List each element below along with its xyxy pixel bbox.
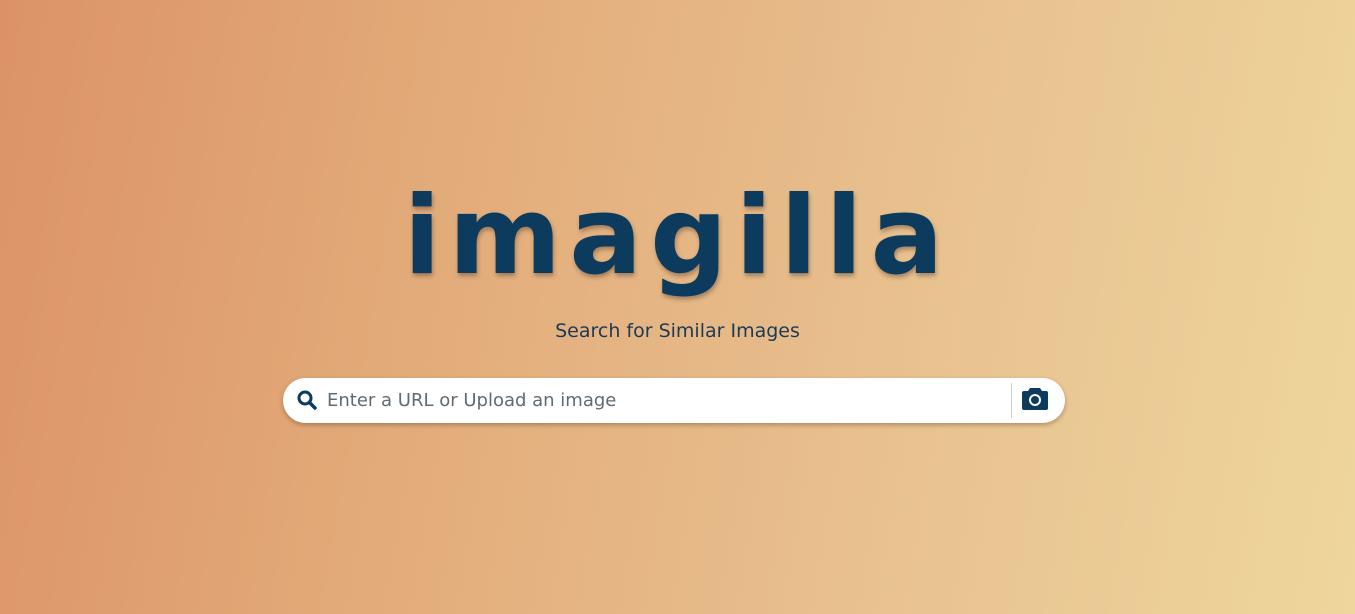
page: imagilla Search for Similar Images [0, 0, 1355, 614]
search-input[interactable] [327, 384, 1003, 417]
upload-image-button[interactable] [1019, 385, 1051, 416]
search-divider [1011, 383, 1012, 418]
search-icon [297, 390, 317, 410]
search-bar [283, 378, 1065, 423]
logo: imagilla [403, 174, 952, 299]
tagline: Search for Similar Images [555, 320, 800, 342]
camera-icon [1021, 386, 1049, 415]
